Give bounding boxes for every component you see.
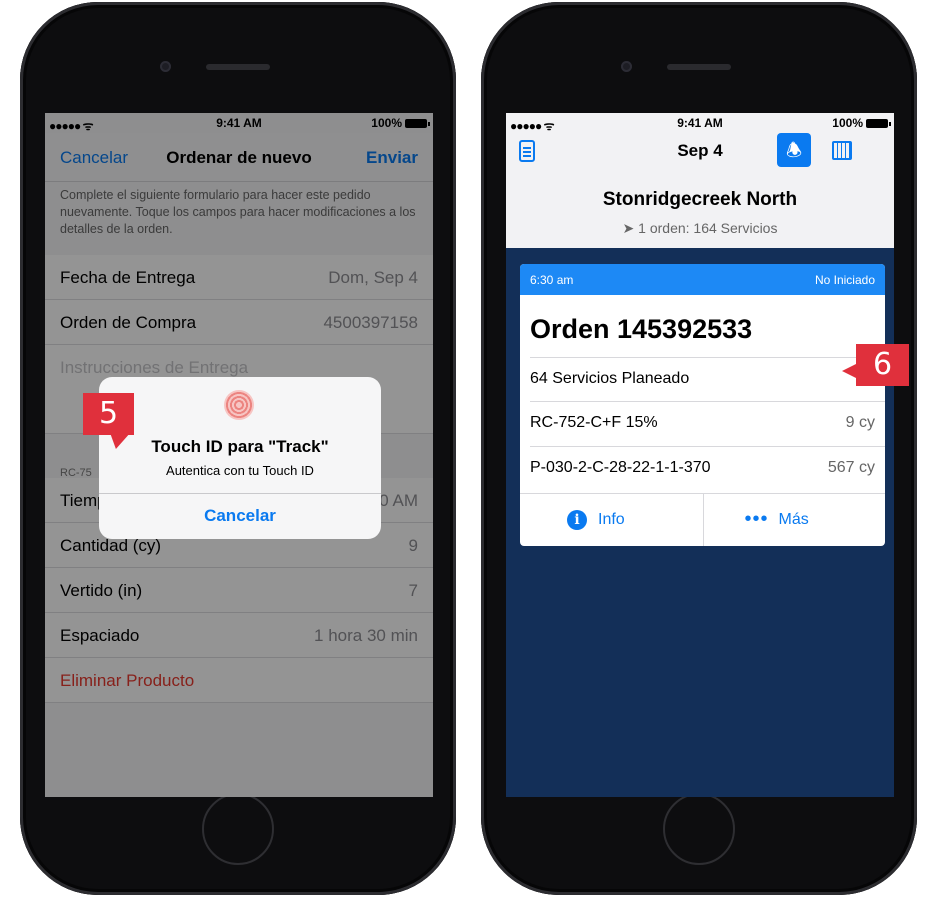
info-label: Info	[598, 511, 625, 528]
planned-services: 64 Servicios Planeado	[530, 370, 690, 387]
status-bar: ●●●●● ᯤ 9:41 AM 100%	[506, 113, 894, 133]
fingerprint-icon	[224, 390, 254, 420]
card-header: 6:30 am No Iniciado	[520, 264, 885, 295]
product-row[interactable]: RC-752-C+F 15% 9 cy	[530, 401, 885, 446]
more-button[interactable]: ••• Más	[703, 494, 886, 546]
home-button[interactable]	[663, 793, 735, 865]
alert-title: Touch ID para "Track"	[151, 437, 329, 456]
left-screen: ●●●●● ᯤ 9:41 AM 100% Cancelar Ordenar de…	[45, 113, 433, 797]
alert-message: Autentica con tu Touch ID	[166, 463, 314, 478]
battery-indicator: 100%	[832, 116, 891, 130]
order-number: Orden 145392533	[530, 314, 753, 344]
callout-badge: 6	[842, 344, 909, 386]
more-label: Más	[778, 511, 809, 528]
speaker	[667, 64, 731, 70]
camera-icon	[621, 61, 632, 72]
camera-icon	[160, 61, 171, 72]
card-actions: i Info ••• Más	[520, 493, 885, 546]
product-row[interactable]: P-030-2-C-28-22-1-1-370 567 cy	[530, 446, 885, 491]
divider	[99, 493, 381, 494]
order-summary: ➤ 1 orden: 164 Servicios	[622, 220, 778, 236]
speaker	[206, 64, 270, 70]
more-icon: •••	[744, 508, 769, 530]
product-qty: 567 cy	[827, 459, 875, 476]
product-name: P-030-2-C-28-22-1-1-370	[530, 459, 711, 476]
planned-services-row: 64 Servicios Planeado	[530, 357, 885, 402]
right-screen: ●●●●● ᯤ 9:41 AM 100% Sep 4 🕭 Stonridgecr…	[506, 113, 894, 797]
header: ●●●●● ᯤ 9:41 AM 100% Sep 4 🕭 Stonridgecr…	[506, 113, 894, 248]
site-name: Stonridgecreek North	[602, 189, 798, 210]
status-badge: No Iniciado	[814, 273, 875, 287]
info-icon: i	[567, 510, 587, 530]
alert-cancel-button[interactable]: Cancelar	[99, 506, 381, 526]
battery-icon	[866, 119, 891, 129]
product-qty: 9 cy	[845, 414, 875, 431]
touch-id-alert: Touch ID para "Track" Autentica con tu T…	[99, 377, 381, 539]
right-phone: ●●●●● ᯤ 9:41 AM 100% Sep 4 🕭 Stonridgecr…	[481, 2, 917, 895]
location-arrow-icon: ➤	[622, 220, 635, 236]
home-button[interactable]	[202, 793, 274, 865]
calendar-icon[interactable]	[832, 141, 852, 160]
order-card[interactable]: 6:30 am No Iniciado Orden 145392533 64 S…	[520, 264, 885, 546]
bell-icon[interactable]: 🕭	[777, 133, 811, 167]
order-time: 6:30 am	[530, 273, 574, 287]
left-phone: ●●●●● ᯤ 9:41 AM 100% Cancelar Ordenar de…	[20, 2, 456, 895]
product-name: RC-752-C+F 15%	[530, 414, 658, 431]
callout-badge: 5	[83, 393, 134, 435]
info-button[interactable]: i Info	[520, 494, 704, 546]
